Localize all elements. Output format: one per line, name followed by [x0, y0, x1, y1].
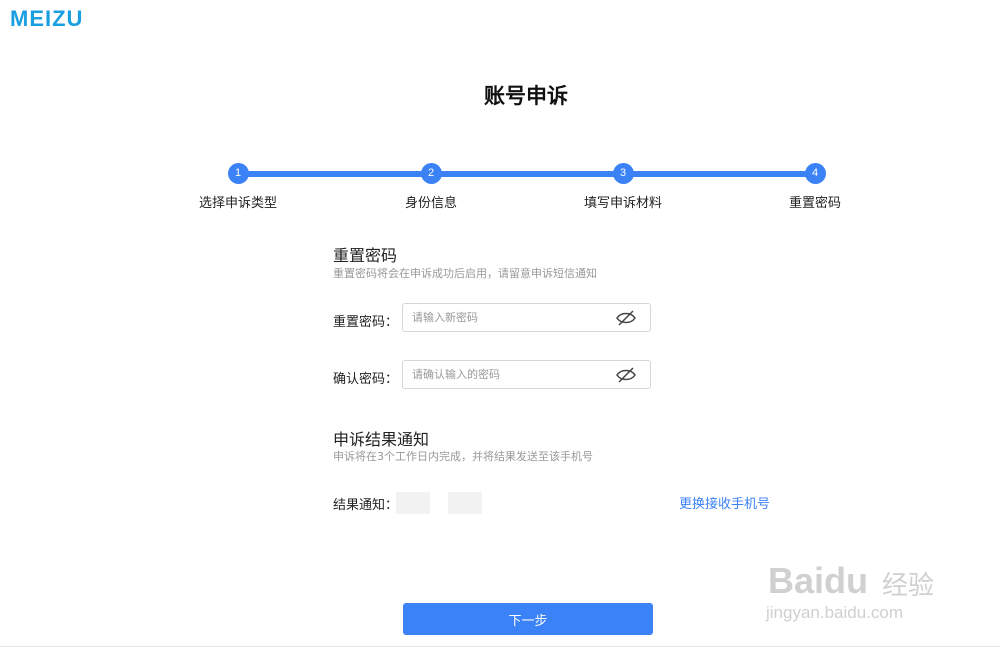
- confirm-password-box: [402, 360, 651, 389]
- progress-track: [238, 171, 815, 177]
- watermark-url: jingyan.baidu.com: [766, 603, 904, 622]
- notify-section-desc: 申诉将在3个工作日内完成，并将结果发送至该手机号: [333, 450, 593, 463]
- eye-slash-icon[interactable]: [616, 366, 636, 384]
- result-notify-label: 结果通知：: [333, 498, 399, 513]
- step-label: 重置密码: [788, 196, 841, 211]
- baidu-jingyan-watermark: Baidu 经验 jingyan.baidu.com: [760, 545, 950, 625]
- eye-slash-icon[interactable]: [616, 309, 636, 327]
- step-dot: 1: [227, 163, 249, 184]
- step-4: 4 重置密码: [735, 163, 895, 211]
- watermark-brand: Baidu: [768, 560, 869, 601]
- step-2: 2 身份信息: [351, 163, 511, 211]
- step-label: 填写申诉材料: [583, 196, 662, 211]
- phone-number-redacted: [448, 492, 482, 514]
- confirm-password-label: 确认密码：: [333, 372, 399, 387]
- notify-section-title: 申诉结果通知: [333, 430, 430, 449]
- bottom-divider: [0, 646, 1000, 647]
- step-dot: 3: [612, 163, 634, 184]
- step-label: 选择申诉类型: [198, 196, 277, 211]
- new-password-label: 重置密码：: [333, 315, 399, 330]
- step-dot: 2: [420, 163, 442, 184]
- phone-number-redacted: [396, 492, 430, 514]
- step-1: 1 选择申诉类型: [158, 163, 318, 211]
- page-title: 账号申诉: [484, 84, 568, 108]
- reset-section-desc: 重置密码将会在申诉成功后启用，请留意申诉短信通知: [333, 267, 597, 280]
- meizu-logo: MEIZU: [10, 6, 84, 31]
- change-phone-link[interactable]: 更换接收手机号: [679, 493, 770, 512]
- step-3: 3 填写申诉材料: [543, 163, 703, 211]
- step-label: 身份信息: [404, 196, 457, 211]
- new-password-box: [402, 303, 651, 332]
- next-step-button[interactable]: 下一步: [403, 603, 653, 635]
- step-dot: 4: [804, 163, 826, 184]
- watermark-cn: 经验: [882, 571, 935, 601]
- new-password-input[interactable]: [403, 304, 612, 331]
- confirm-password-input[interactable]: [403, 361, 612, 388]
- reset-section-title: 重置密码: [333, 246, 398, 265]
